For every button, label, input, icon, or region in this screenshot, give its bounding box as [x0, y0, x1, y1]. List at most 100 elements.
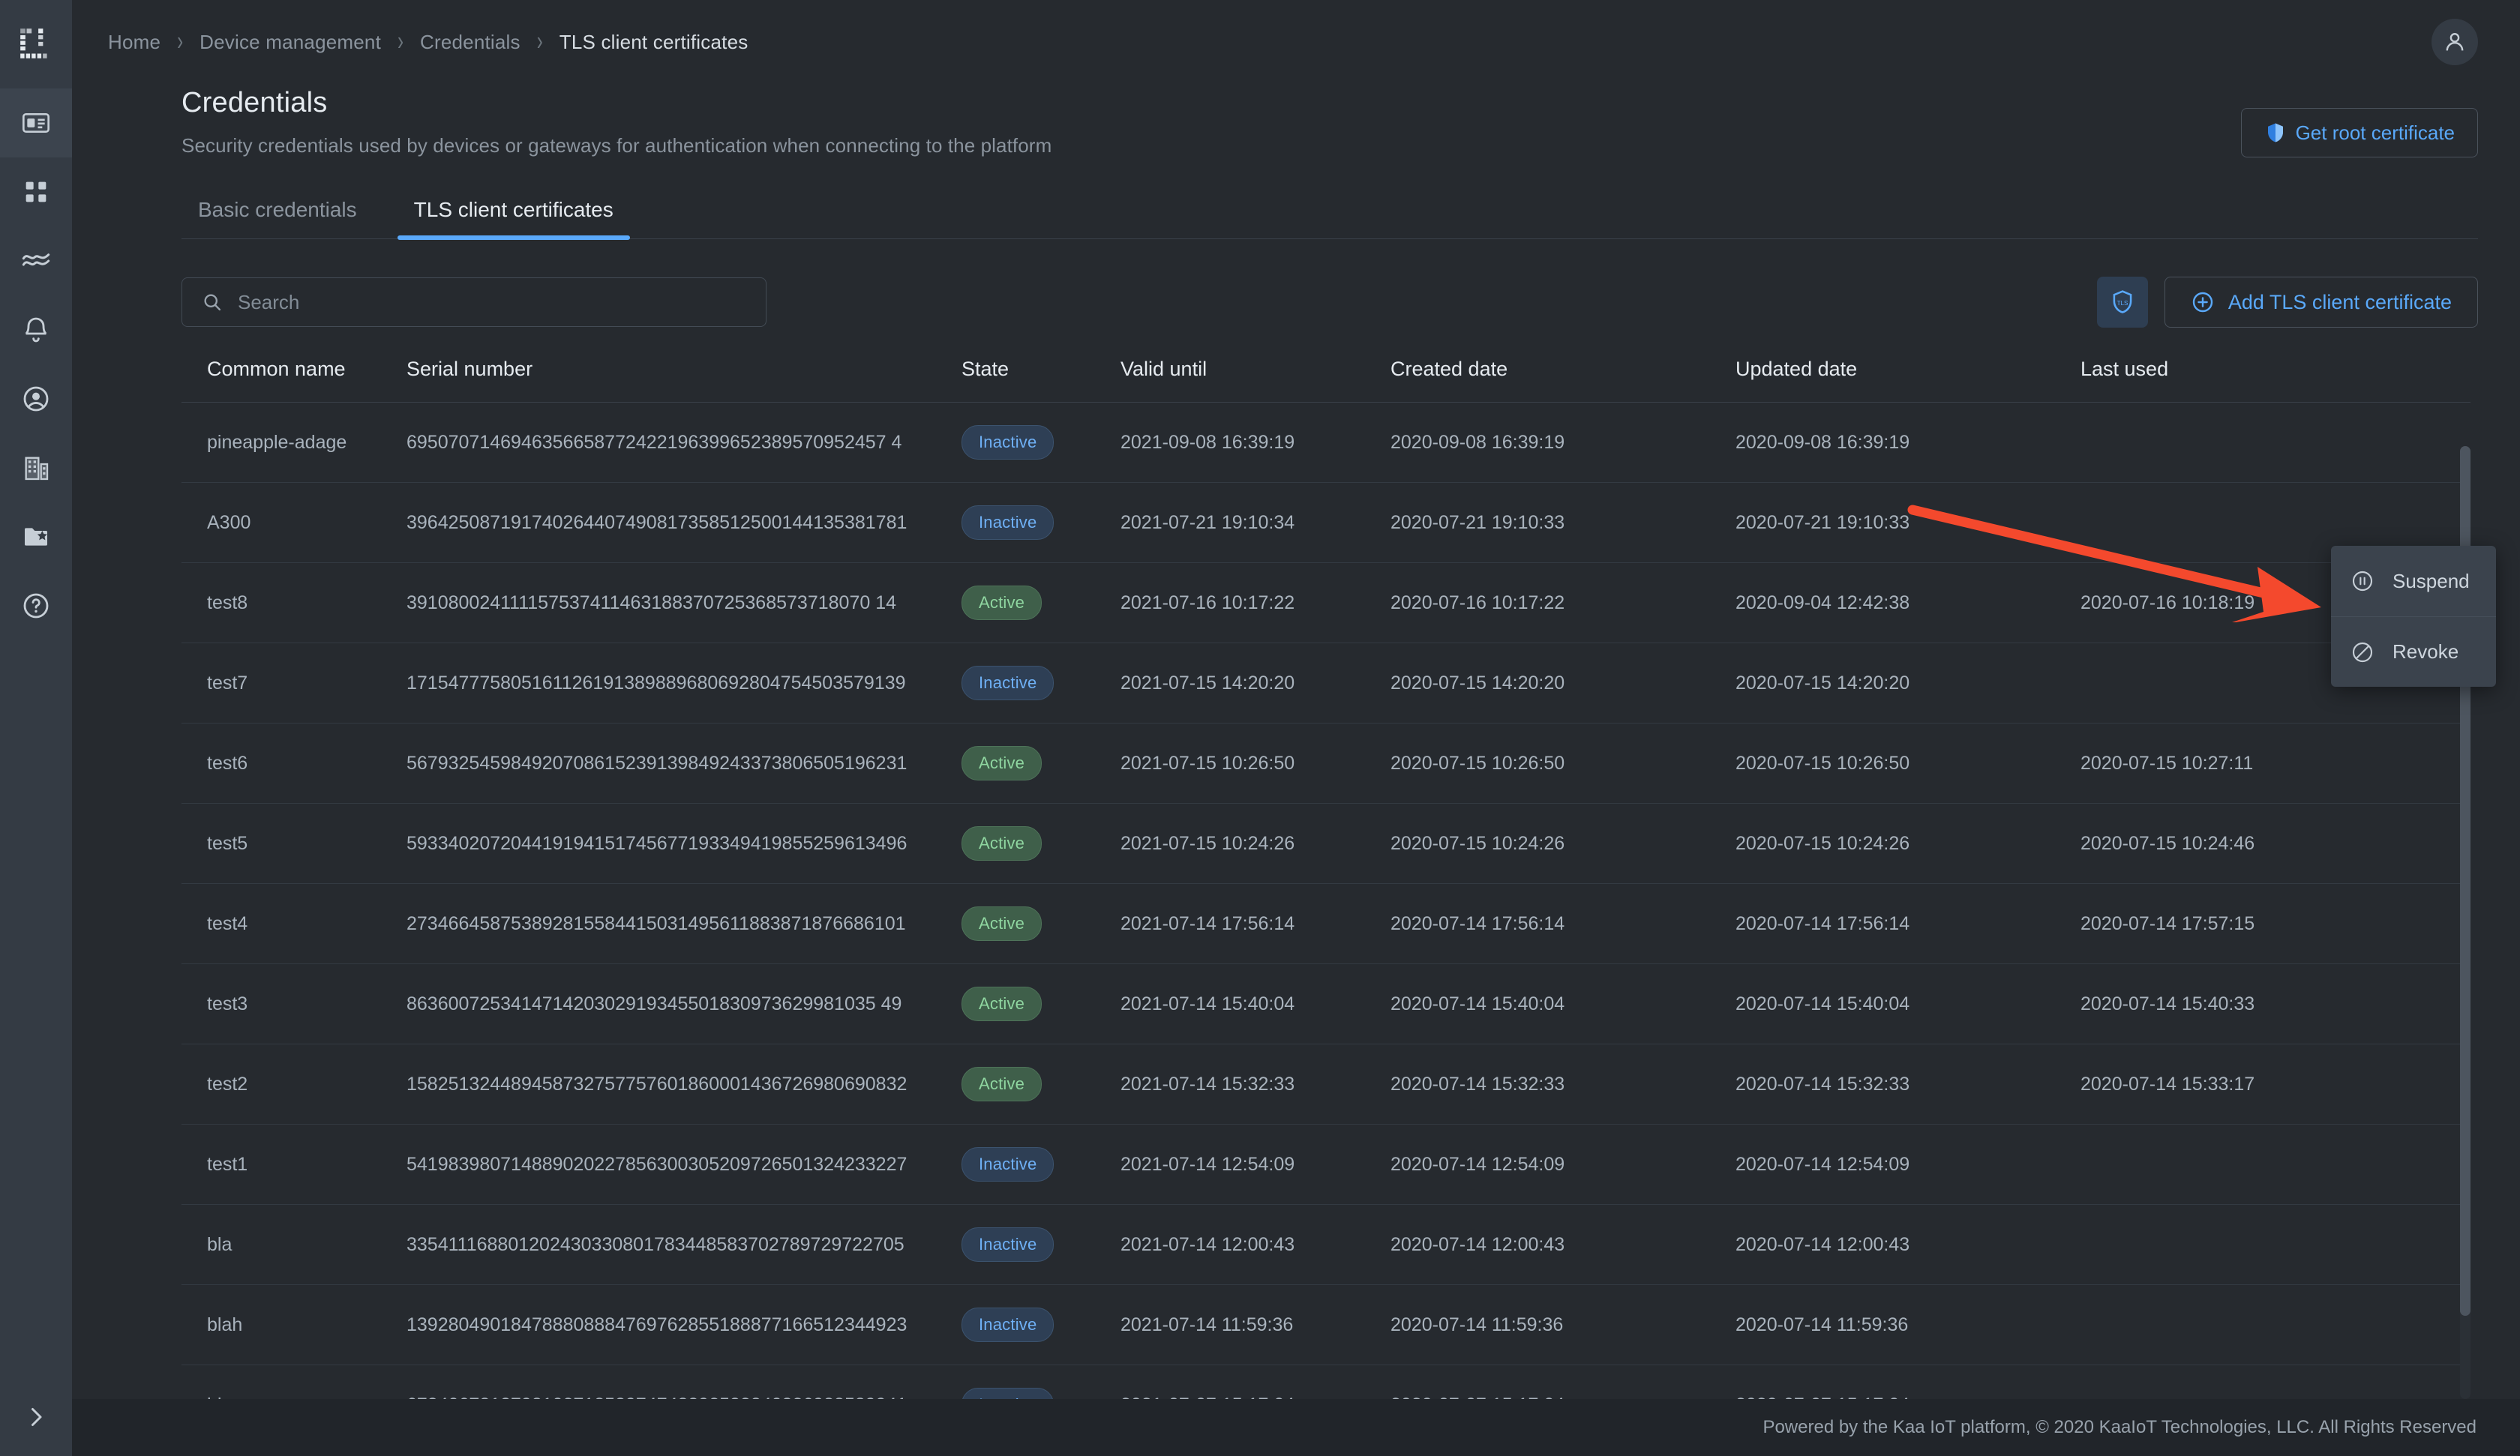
- table-row[interactable]: test8 39108002411115753741146318837072536…: [182, 562, 2470, 643]
- table-header: Common name Serial number State Valid un…: [182, 358, 2470, 403]
- search-input[interactable]: [238, 290, 746, 314]
- table-row[interactable]: test6 56793254598492070861523913984924337…: [182, 723, 2470, 804]
- sidebar-item-help[interactable]: [0, 571, 72, 640]
- breadcrumb-item-home[interactable]: Home: [108, 31, 160, 54]
- get-root-certificate-label: Get root certificate: [2295, 121, 2455, 144]
- cell-serial-number: 6734067813798102718539747483925328403269…: [406, 1365, 962, 1399]
- breadcrumb-item-credentials[interactable]: Credentials: [420, 31, 520, 54]
- tab-basic-credentials[interactable]: Basic credentials: [182, 198, 374, 238]
- cell-created-date: 2020-07-21 19:10:33: [1390, 482, 1736, 563]
- column-header-state[interactable]: State: [962, 358, 1120, 403]
- column-header-last-used[interactable]: Last used: [2080, 358, 2410, 403]
- cell-updated-date: 2020-09-04 12:42:38: [1736, 562, 2080, 643]
- table-row[interactable]: test5 59334020720441919415174567719334941…: [182, 803, 2470, 884]
- cell-serial-number: 3354111688012024303308017834485837027897…: [406, 1204, 962, 1285]
- sidebar-item-organization[interactable]: [0, 433, 72, 502]
- cell-updated-date: 2020-07-15 10:24:26: [1736, 803, 2080, 884]
- cell-valid-until: 2021-07-14 12:00:43: [1120, 1204, 1390, 1285]
- column-header-updated-date[interactable]: Updated date: [1736, 358, 2080, 403]
- cell-valid-until: 2021-09-08 16:39:19: [1120, 402, 1390, 483]
- cell-common-name: test4: [182, 883, 406, 964]
- cell-state: Inactive: [962, 643, 1120, 724]
- cell-created-date: 2020-07-14 12:54:09: [1390, 1124, 1736, 1205]
- table-row[interactable]: blah 139280490184788808884769762855188877…: [182, 1284, 2470, 1365]
- cell-last-used: [2080, 1365, 2410, 1399]
- cell-updated-date: 2020-07-07 15:17:04: [1736, 1365, 2080, 1399]
- cell-last-used: [2080, 1284, 2410, 1365]
- cell-updated-date: 2020-07-14 17:56:14: [1736, 883, 2080, 964]
- cell-common-name: test1: [182, 1124, 406, 1205]
- cell-last-used: 2020-07-14 17:57:15: [2080, 883, 2410, 964]
- building-icon: [25, 457, 49, 481]
- column-header-common-name[interactable]: Common name: [182, 358, 406, 403]
- cell-last-used: 2020-07-15 10:24:46: [2080, 803, 2410, 884]
- sidebar-item-solutions[interactable]: [0, 502, 72, 571]
- grid-icon: [26, 181, 46, 202]
- cell-serial-number: 3964250871917402644074908173585125001441…: [406, 482, 962, 563]
- search-box[interactable]: [182, 277, 766, 327]
- get-root-certificate-button[interactable]: Get root certificate: [2240, 108, 2478, 157]
- cell-valid-until: 2021-07-21 19:10:34: [1120, 482, 1390, 563]
- status-badge: Active: [962, 586, 1042, 620]
- user-account-button[interactable]: [2432, 19, 2478, 65]
- cell-created-date: 2020-07-15 10:26:50: [1390, 723, 1736, 804]
- cell-created-date: 2020-07-14 15:32:33: [1390, 1044, 1736, 1125]
- search-icon: [204, 294, 221, 311]
- add-tls-client-certificate-button[interactable]: Add TLS client certificate: [2164, 277, 2478, 328]
- table-row[interactable]: test3 86360072534147142030291934550183097…: [182, 963, 2470, 1044]
- cell-state: Active: [962, 883, 1120, 964]
- sidebar-item-device-management[interactable]: [0, 88, 72, 157]
- cell-updated-date: 2020-07-14 12:00:43: [1736, 1204, 2080, 1285]
- app-logo[interactable]: [0, 0, 72, 88]
- cell-state: Inactive: [962, 402, 1120, 483]
- status-badge: Inactive: [962, 1147, 1054, 1182]
- context-menu-item-revoke[interactable]: Revoke: [2331, 616, 2496, 687]
- cell-created-date: 2020-07-14 12:00:43: [1390, 1204, 1736, 1285]
- table-row[interactable]: test2 15825132448945873275775760186000143…: [182, 1044, 2470, 1125]
- footer: Powered by the Kaa IoT platform, © 2020 …: [72, 1399, 2520, 1456]
- cell-updated-date: 2020-07-14 11:59:36: [1736, 1284, 2080, 1365]
- cell-last-used: [2080, 402, 2410, 483]
- shield-icon: [2267, 123, 2283, 142]
- cell-updated-date: 2020-07-15 14:20:20: [1736, 643, 2080, 724]
- column-header-valid-until[interactable]: Valid until: [1120, 358, 1390, 403]
- column-header-serial-number[interactable]: Serial number: [406, 358, 962, 403]
- cell-common-name: test7: [182, 643, 406, 724]
- page-header-text: Credentials Security credentials used by…: [182, 84, 1052, 157]
- cell-updated-date: 2020-07-15 10:26:50: [1736, 723, 2080, 804]
- cell-serial-number: 5933402072044191941517456771933494198552…: [406, 803, 962, 884]
- status-badge: Active: [962, 826, 1042, 861]
- chevron-right-icon: [32, 1408, 42, 1426]
- sidebar-expand-button[interactable]: [0, 1378, 72, 1456]
- cell-common-name: test3: [182, 963, 406, 1044]
- table-row[interactable]: test7 17154777580516112619138988968069280…: [182, 643, 2470, 724]
- table-row[interactable]: test1 54198398071488902022785630030520972…: [182, 1124, 2470, 1205]
- tab-tls-client-certificates[interactable]: TLS client certificates: [397, 198, 630, 240]
- row-context-menu: Suspend Revoke: [2331, 546, 2496, 687]
- sidebar-item-dashboards[interactable]: [0, 157, 72, 226]
- context-menu-item-suspend[interactable]: Suspend: [2331, 546, 2496, 616]
- table-row[interactable]: bla 3354111688012024303308017834485837027…: [182, 1204, 2470, 1285]
- breadcrumb-separator: ›: [398, 26, 404, 57]
- sidebar-item-alerts[interactable]: [0, 295, 72, 364]
- tls-filter-button[interactable]: TLS: [2096, 277, 2148, 328]
- cell-common-name: bla: [182, 1204, 406, 1285]
- status-badge: Inactive: [962, 666, 1054, 700]
- table-row[interactable]: A300 396425087191740264407490817358512500…: [182, 482, 2470, 563]
- cell-serial-number: 6950707146946356658772422196399652389570…: [406, 402, 962, 483]
- cell-serial-number: 1392804901847888088847697628551888771665…: [406, 1284, 962, 1365]
- column-header-created-date[interactable]: Created date: [1390, 358, 1736, 403]
- table-row[interactable]: hh67340678137981027185397474839253284032…: [182, 1365, 2470, 1399]
- table-row[interactable]: test4 27346645875389281558441503149561188…: [182, 883, 2470, 964]
- breadcrumb-item-device-management[interactable]: Device management: [200, 31, 381, 54]
- status-badge: Active: [962, 1067, 1042, 1101]
- breadcrumb-item-current: TLS client certificates: [559, 30, 748, 53]
- sidebar-item-analytics[interactable]: [0, 226, 72, 295]
- table-row[interactable]: pineapple-adage 6950707146946356658772422…: [182, 402, 2470, 483]
- sidebar-item-users[interactable]: [0, 364, 72, 433]
- column-header-actions: [2410, 358, 2470, 403]
- cell-state: Inactive: [962, 1204, 1120, 1285]
- cell-serial-number: 5679325459849207086152391398492433738065…: [406, 723, 962, 804]
- cell-valid-until: 2021-07-15 14:20:20: [1120, 643, 1390, 724]
- wave-chart-icon: [22, 253, 50, 266]
